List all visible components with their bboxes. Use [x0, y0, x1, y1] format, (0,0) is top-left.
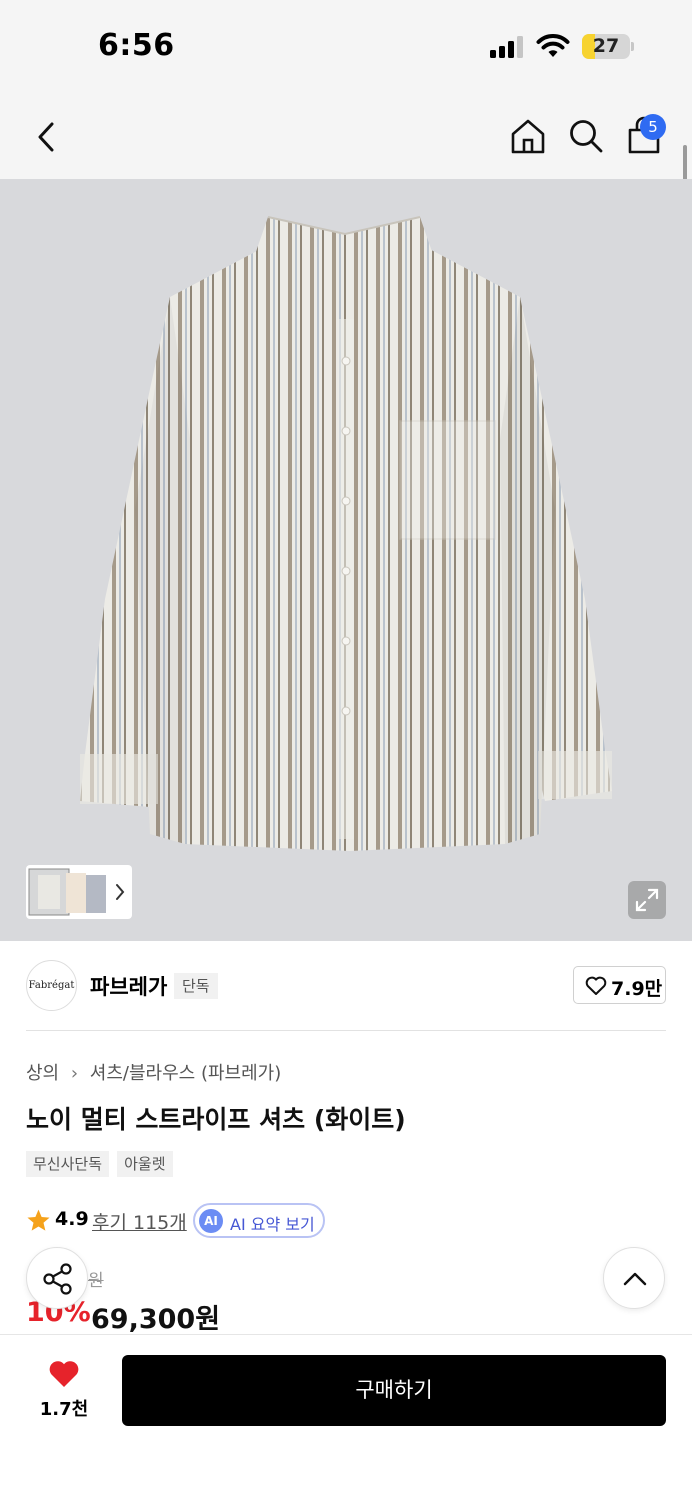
breadcrumb: 상의 › 셔츠/블라우스 (파브레가) [26, 1059, 281, 1085]
thumbnail-strip[interactable] [26, 865, 132, 919]
tag-chip: 아울렛 [117, 1151, 173, 1177]
status-time: 6:56 [98, 28, 175, 63]
brand-like-count: 7.9만 [611, 978, 663, 1000]
breadcrumb-subcategory[interactable]: 셔츠/블라우스 (파브레가) [90, 1063, 281, 1084]
star-icon [27, 1209, 50, 1231]
heart-icon[interactable] [48, 1359, 80, 1389]
expand-icon [635, 888, 659, 912]
status-bar: 6:56 27 [0, 0, 692, 95]
like-count: 1.7천 [39, 1399, 89, 1420]
back-icon[interactable] [32, 120, 60, 154]
heart-outline-icon [585, 976, 607, 995]
battery-icon: 27 [582, 34, 630, 59]
chevron-right-icon: › [70, 1063, 79, 1084]
share-button[interactable] [26, 1247, 88, 1309]
exclusive-badge: 단독 [174, 973, 218, 999]
rating-value: 4.9 [55, 1208, 89, 1230]
expand-image-button[interactable] [628, 881, 666, 919]
tag-chip: 무신사단독 [26, 1151, 110, 1177]
wifi-icon [536, 34, 570, 57]
chevron-up-icon [623, 1272, 647, 1286]
buy-button[interactable]: 구매하기 [122, 1355, 666, 1426]
cellular-signal-icon [490, 36, 524, 58]
shirt-illustration [80, 216, 612, 851]
scroll-to-top-button[interactable] [603, 1247, 665, 1309]
brand-like-button[interactable]: 7.9만 [573, 966, 666, 1004]
review-count-link[interactable]: 후기 115개 [92, 1208, 187, 1235]
product-image[interactable] [0, 179, 692, 941]
share-icon [43, 1263, 72, 1295]
ai-summary-label: AI 요약 보기 [230, 1215, 315, 1234]
brand-name[interactable]: 파브레가 [90, 971, 167, 1001]
cart-count-badge: 5 [640, 114, 666, 140]
search-icon[interactable] [566, 116, 606, 156]
battery-level: 27 [592, 35, 620, 57]
ai-icon: AI [199, 1209, 223, 1233]
product-tags: 무신사단독 아울렛 [26, 1151, 176, 1177]
original-price: 원 [88, 1271, 104, 1291]
brand-logo[interactable]: Fabrégat [26, 960, 77, 1011]
divider [26, 1030, 666, 1031]
ai-summary-button[interactable]: AI AI 요약 보기 [193, 1203, 325, 1238]
sale-price: 69,300원 [91, 1304, 221, 1335]
product-title: 노이 멀티 스트라이프 셔츠 (화이트) [26, 1105, 406, 1134]
home-icon[interactable] [508, 116, 548, 156]
breadcrumb-category[interactable]: 상의 [26, 1063, 59, 1084]
